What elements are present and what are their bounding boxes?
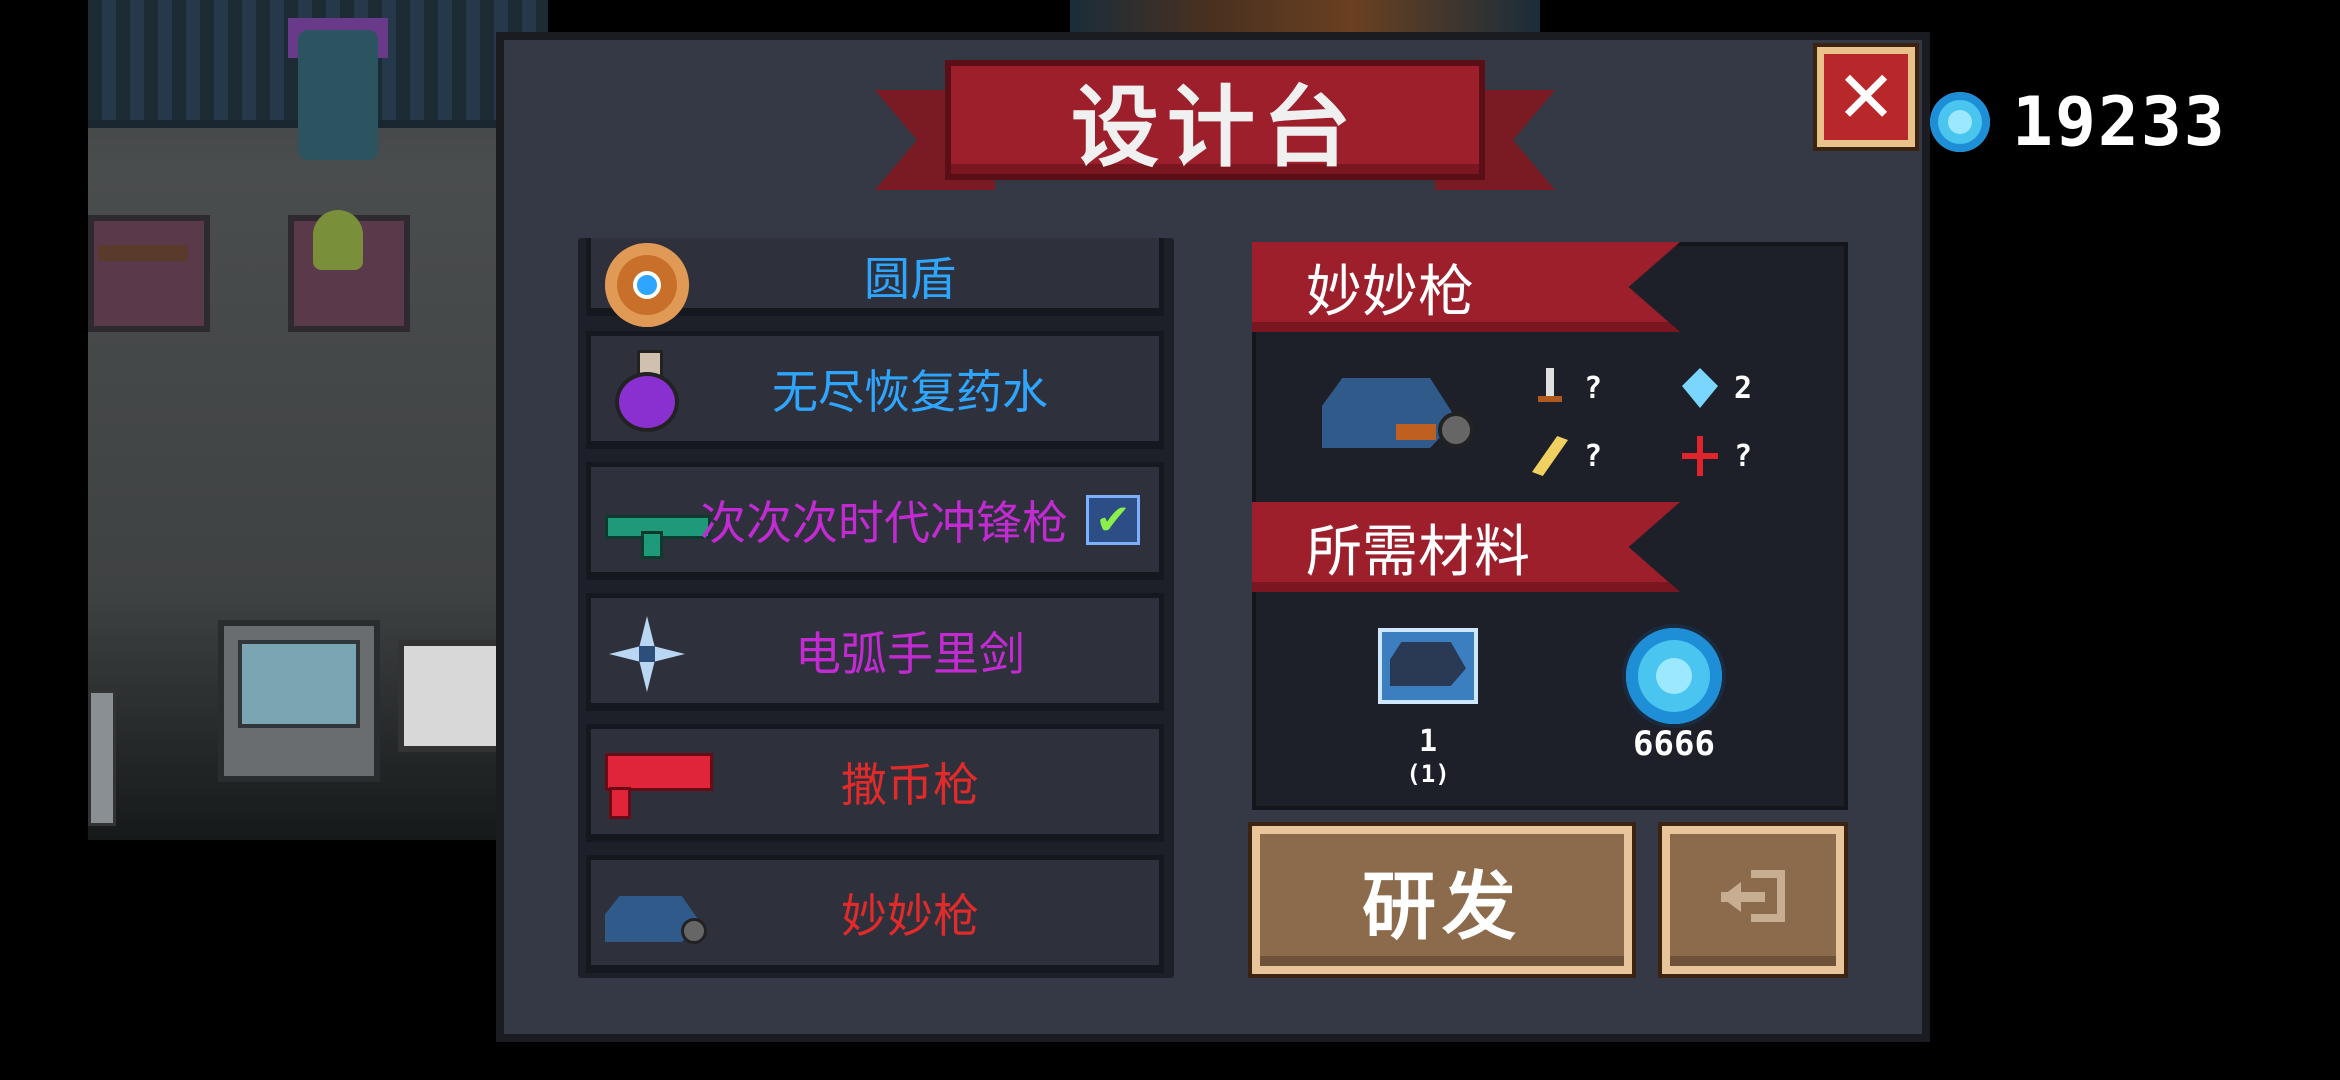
coin-cost: 6666 <box>1633 724 1715 764</box>
list-item[interactable]: 撒币枪 <box>586 724 1164 842</box>
npc-character <box>298 30 378 160</box>
checkmark-icon: ✔ <box>1086 494 1140 545</box>
item-name: 撒币枪 <box>841 757 979 812</box>
gas-tank <box>88 690 116 826</box>
sword-icon <box>1532 368 1568 408</box>
energy-gem-icon <box>1682 368 1718 408</box>
crit-stat: ? <box>1532 436 1602 476</box>
research-label: 研发 <box>1362 863 1522 950</box>
gem-coin-icon <box>1930 92 1990 152</box>
currency-amount: 19233 <box>2012 82 2227 162</box>
cat-gun-blueprint-icon <box>1378 628 1478 704</box>
list-item[interactable]: 次次次时代冲锋枪 ✔ <box>586 462 1164 580</box>
materials-title: 所需材料 <box>1306 519 1530 585</box>
list-item[interactable]: 无尽恢复药水 <box>586 331 1164 449</box>
game-background <box>88 0 548 840</box>
close-icon: ✕ <box>1835 55 1897 139</box>
gem-coin-icon <box>1626 628 1722 724</box>
item-name: 无尽恢复药水 <box>772 364 1048 419</box>
item-name: 圆盾 <box>864 251 956 306</box>
item-name: 妙妙枪 <box>841 888 979 943</box>
currency-display: 19233 <box>1930 82 2227 162</box>
console-machine <box>218 620 380 782</box>
plant <box>313 210 363 270</box>
crosshair-icon <box>1682 436 1718 476</box>
material-owned: (1) <box>1406 760 1450 788</box>
energy-value: 2 <box>1734 370 1753 406</box>
rack-weapon <box>98 245 188 261</box>
cat-gun-preview-icon <box>1322 368 1482 458</box>
damage-value: ? <box>1584 370 1603 406</box>
list-item[interactable]: 电弧手里剑 <box>586 593 1164 711</box>
crit-value: ? <box>1584 438 1603 474</box>
item-name: 次次次时代冲锋枪 <box>700 495 1068 550</box>
research-button[interactable]: 研发 <box>1248 822 1636 978</box>
blueprint-list[interactable]: 圆盾 无尽恢复药水 次次次时代冲锋枪 ✔ 电弧手里剑 撒币枪 妙妙枪 <box>578 238 1174 978</box>
close-button[interactable]: ✕ <box>1813 43 1919 151</box>
weapon-rack <box>88 215 210 332</box>
item-name: 电弧手里剑 <box>795 626 1025 681</box>
panel-title: 设计台 <box>1070 75 1359 179</box>
crit-bolt-icon <box>1532 436 1568 476</box>
weapon-name-banner: 妙妙枪 <box>1252 242 1680 332</box>
energy-stat: 2 <box>1682 368 1752 408</box>
item-name-row: 次次次时代冲锋枪 ✔ <box>661 467 1159 572</box>
exit-button[interactable] <box>1658 822 1848 978</box>
materials-banner: 所需材料 <box>1252 502 1680 592</box>
material-count: 1 <box>1418 724 1438 759</box>
damage-stat: ? <box>1532 368 1602 408</box>
accuracy-value: ? <box>1734 438 1753 474</box>
list-item-selected[interactable]: 妙妙枪 <box>586 855 1164 973</box>
accuracy-stat: ? <box>1682 436 1752 476</box>
weapon-name: 妙妙枪 <box>1306 259 1474 325</box>
title-banner: 设计台 <box>875 60 1555 210</box>
list-item[interactable]: 圆盾 <box>586 238 1164 327</box>
exit-icon <box>1721 870 1785 930</box>
